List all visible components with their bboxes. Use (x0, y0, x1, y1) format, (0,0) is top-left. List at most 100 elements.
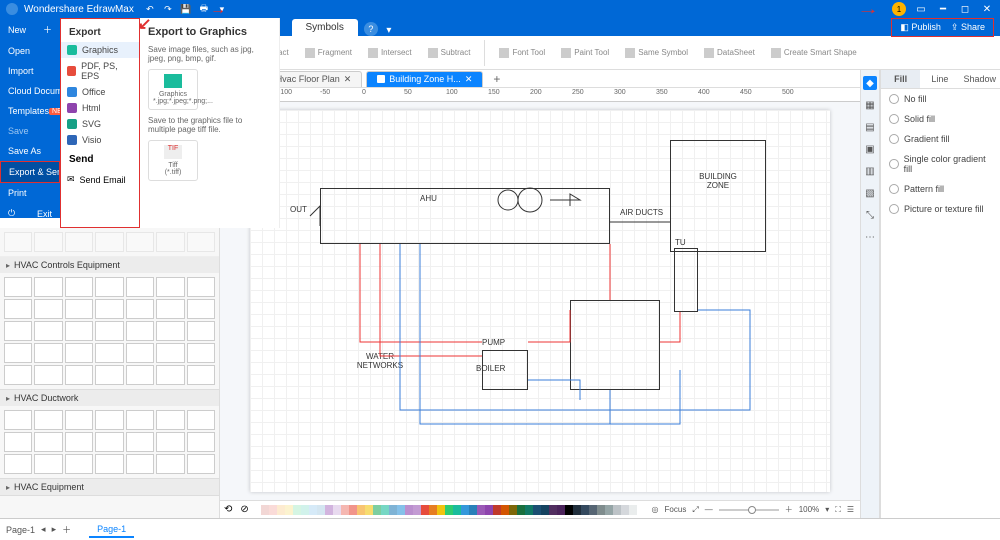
palette-swatch[interactable] (589, 505, 597, 515)
library-shape[interactable] (95, 410, 123, 430)
library-shape[interactable] (187, 232, 215, 252)
palette-swatch[interactable] (485, 505, 493, 515)
palette-swatch[interactable] (557, 505, 565, 515)
library-shape[interactable] (4, 232, 32, 252)
group-subtract2[interactable]: Subtract (422, 47, 477, 59)
library-shape[interactable] (65, 365, 93, 385)
drawing-page[interactable]: OUT AHU AIR DUCTS BUILDING ZONE TU WATER… (250, 110, 830, 492)
export-option[interactable]: SVG (61, 116, 139, 132)
library-shape[interactable] (65, 321, 93, 341)
palette-swatch[interactable] (325, 505, 333, 515)
library-shape[interactable] (95, 343, 123, 363)
library-shape[interactable] (126, 343, 154, 363)
palette-swatch[interactable] (397, 505, 405, 515)
library-shape[interactable] (34, 232, 62, 252)
fill-option[interactable]: Picture or texture fill (881, 199, 1000, 219)
palette-swatch[interactable] (405, 505, 413, 515)
export-option[interactable]: Office (61, 84, 139, 100)
share-button[interactable]: ⇪ Share (947, 20, 989, 35)
palette-swatch[interactable] (389, 505, 397, 515)
doc-tab-building[interactable]: Building Zone H...✕ (366, 71, 483, 87)
library-shape[interactable] (187, 321, 215, 341)
focus-icon[interactable]: ◎ (652, 505, 659, 514)
palette-swatch[interactable] (285, 505, 293, 515)
prop-tab-shadow[interactable]: Shadow (959, 70, 1000, 88)
library-shape[interactable] (156, 432, 184, 452)
file-templates[interactable]: TemplatesNEW (0, 101, 60, 121)
palette-swatch[interactable] (629, 505, 637, 515)
group-paint-tool[interactable]: Paint Tool (555, 47, 615, 59)
palette-swatch[interactable] (493, 505, 501, 515)
palette-swatch[interactable] (621, 505, 629, 515)
palette-swatch[interactable] (541, 505, 549, 515)
library-shape[interactable] (34, 343, 62, 363)
rtool-expand-icon[interactable]: ⤡ (863, 208, 877, 222)
ribbon-collapse-icon[interactable]: ▾ (382, 25, 396, 36)
library-shape[interactable] (187, 343, 215, 363)
group-font-tool[interactable]: Font Tool (493, 47, 551, 59)
rtool-layers-icon[interactable]: ▤ (863, 120, 877, 134)
library-shape[interactable] (34, 410, 62, 430)
rtool-layout-icon[interactable]: ▧ (863, 186, 877, 200)
library-shape[interactable] (156, 454, 184, 474)
library-shape[interactable] (65, 410, 93, 430)
palette-swatch[interactable] (445, 505, 453, 515)
color-palette[interactable]: ⟲ ⊘ ◎ Focus ⤢ — ＋ 100% ▾ ⛶ ☰ (220, 500, 860, 518)
qat-redo-icon[interactable]: ↷ (162, 3, 174, 15)
library-shape[interactable] (126, 410, 154, 430)
palette-swatch[interactable] (293, 505, 301, 515)
library-shape[interactable] (34, 432, 62, 452)
palette-swatch[interactable] (373, 505, 381, 515)
palette-prev-icon[interactable]: ⟲ (220, 504, 236, 515)
library-shape[interactable] (95, 321, 123, 341)
rtool-grid-icon[interactable]: ▦ (863, 98, 877, 112)
library-shape[interactable] (126, 454, 154, 474)
palette-transparent-icon[interactable]: ⊘ (236, 504, 252, 515)
export-option[interactable]: Visio (61, 132, 139, 148)
palette-swatch[interactable] (365, 505, 373, 515)
library-shape[interactable] (95, 432, 123, 452)
library-shape[interactable] (34, 454, 62, 474)
rtool-theme-icon[interactable]: ◆ (863, 76, 877, 90)
library-shape[interactable] (187, 454, 215, 474)
tiff-card[interactable]: TIF Tiff (*.tiff) (148, 140, 198, 181)
palette-swatch[interactable] (357, 505, 365, 515)
zoom-slider[interactable] (719, 509, 779, 511)
file-new[interactable]: New＋ (0, 18, 60, 41)
library-shape[interactable] (126, 321, 154, 341)
prop-tab-line[interactable]: Line (920, 70, 959, 88)
qat-save-icon[interactable]: 💾 (180, 3, 192, 15)
library-shape[interactable] (4, 410, 32, 430)
file-export-send[interactable]: Export & Send (0, 161, 60, 183)
rtool-page-icon[interactable]: ▥ (863, 164, 877, 178)
group-create-smart[interactable]: Create Smart Shape (765, 47, 863, 59)
file-save-as[interactable]: Save As (0, 141, 60, 161)
library-shape[interactable] (4, 321, 32, 341)
tab-symbols[interactable]: Symbols (292, 19, 358, 36)
palette-swatch[interactable] (461, 505, 469, 515)
palette-swatch[interactable] (581, 505, 589, 515)
notification-badge[interactable]: 1 (892, 2, 906, 16)
palette-swatch[interactable] (549, 505, 557, 515)
window-restore-icon[interactable]: ▭ (914, 4, 928, 15)
palette-swatch[interactable] (437, 505, 445, 515)
rtool-image-icon[interactable]: ▣ (863, 142, 877, 156)
fill-option[interactable]: Pattern fill (881, 179, 1000, 199)
library-shape[interactable] (65, 232, 93, 252)
library-shape[interactable] (34, 277, 62, 297)
palette-swatch[interactable] (277, 505, 285, 515)
library-shape[interactable] (156, 299, 184, 319)
palette-swatch[interactable] (341, 505, 349, 515)
library-shape[interactable] (95, 232, 123, 252)
library-shape[interactable] (95, 299, 123, 319)
publish-button[interactable]: ◧ Publish (896, 20, 945, 35)
palette-swatch[interactable] (333, 505, 341, 515)
palette-swatch[interactable] (349, 505, 357, 515)
status-next-icon[interactable]: ▸ (52, 524, 57, 535)
fit-icon[interactable]: ⤢ (692, 505, 698, 515)
palette-swatch[interactable] (429, 505, 437, 515)
file-import[interactable]: Import (0, 61, 60, 81)
group-intersect[interactable]: Intersect (362, 47, 418, 59)
palette-swatch[interactable] (381, 505, 389, 515)
status-prev-icon[interactable]: ◂ (41, 524, 46, 535)
